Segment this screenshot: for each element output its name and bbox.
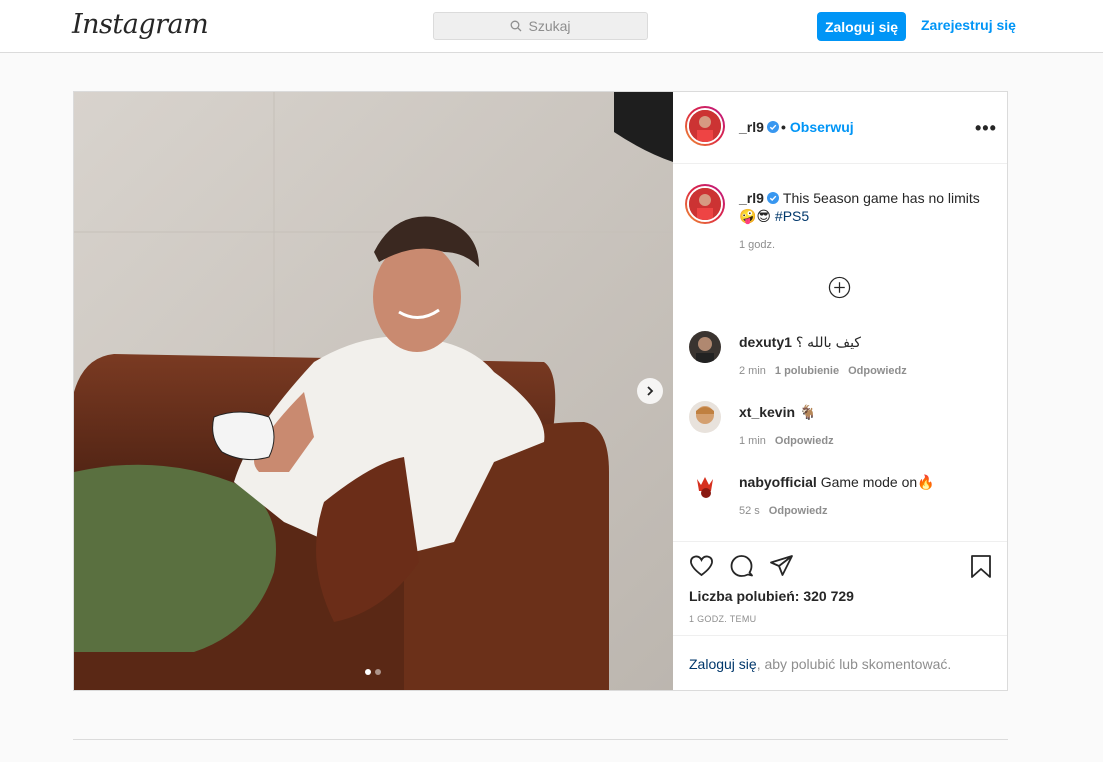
- follow-separator: •: [781, 119, 786, 135]
- bookmark-icon[interactable]: [970, 554, 992, 579]
- carousel-dot: [365, 669, 371, 675]
- post-actions: Liczba polubień: 320 729 1 GODZ. TEMU: [673, 541, 1007, 641]
- reply-button[interactable]: Odpowiedz: [769, 505, 828, 517]
- comment-time: 2 min: [739, 365, 766, 377]
- comment-username[interactable]: nabyofficial: [739, 474, 817, 490]
- reply-button[interactable]: Odpowiedz: [848, 365, 907, 377]
- search-placeholder: Szukaj: [528, 18, 571, 34]
- comment-body: 🐐: [798, 404, 817, 420]
- comment-text: dexuty1 كيف بالله ؟: [739, 334, 861, 351]
- login-button[interactable]: Zaloguj się: [817, 12, 906, 41]
- load-more-comments-icon[interactable]: [828, 276, 851, 299]
- caption-avatar[interactable]: [685, 184, 725, 224]
- caption-text: This 5eason game has no limits: [782, 190, 980, 206]
- comment-time: 1 min: [739, 435, 766, 447]
- more-options-icon[interactable]: •••: [975, 118, 997, 139]
- search-input[interactable]: Szukaj: [433, 12, 648, 40]
- follow-label[interactable]: Obserwuj: [790, 119, 854, 135]
- divider: [73, 739, 1008, 740]
- like-heart-icon[interactable]: [689, 554, 714, 578]
- comment-username[interactable]: dexuty1: [739, 334, 792, 350]
- post-timestamp[interactable]: 1 GODZ. TEMU: [689, 614, 756, 624]
- search-icon: [511, 20, 522, 32]
- reply-button[interactable]: Odpowiedz: [775, 435, 834, 447]
- avatar[interactable]: [689, 471, 721, 503]
- comment-bubble-icon[interactable]: [729, 554, 754, 578]
- comment-username[interactable]: xt_kevin: [739, 404, 795, 420]
- caption-time: 1 godz.: [739, 239, 776, 251]
- caption-username[interactable]: _rl9: [739, 190, 764, 206]
- comment-likes[interactable]: 1 polubienie: [775, 365, 839, 377]
- username-text[interactable]: _rl9: [739, 119, 764, 135]
- comment-meta: 52 s Odpowiedz: [739, 505, 836, 517]
- chevron-right-icon: [647, 386, 654, 396]
- likes-count[interactable]: Liczba polubień: 320 729: [689, 588, 854, 604]
- post-photo[interactable]: [74, 92, 673, 690]
- post-username[interactable]: _rl9: [739, 119, 779, 135]
- register-link[interactable]: Zarejestruj się: [921, 17, 1016, 33]
- avatar[interactable]: [689, 331, 721, 363]
- carousel-dot: [375, 669, 381, 675]
- comment-body: كيف بالله ؟: [795, 334, 861, 350]
- avatar[interactable]: [689, 401, 721, 433]
- caption-emojis: 🤪😎: [739, 208, 772, 224]
- post-header: _rl9 • Obserwuj •••: [673, 92, 1007, 164]
- comment-meta: 2 min 1 polubienie Odpowiedz: [739, 365, 916, 377]
- login-prompt: Zaloguj się, aby polubić lub skomentować…: [673, 635, 1007, 690]
- post-caption: _rl9 This 5eason game has no limits 🤪😎 #P…: [739, 189, 994, 225]
- follow-button[interactable]: • Obserwuj: [781, 119, 854, 135]
- top-navbar: Instagram Szukaj Zaloguj się Zarejestruj…: [0, 0, 1103, 53]
- hashtag-link[interactable]: #PS5: [775, 208, 809, 224]
- avatar[interactable]: [685, 106, 725, 146]
- carousel-indicator: [365, 669, 381, 675]
- comment-body: Game mode on🔥: [820, 474, 935, 490]
- login-prompt-text: , aby polubić lub skomentować.: [756, 656, 952, 672]
- comment-text: xt_kevin 🐐: [739, 404, 816, 421]
- post-sidebar: _rl9 • Obserwuj ••• _rl9 This 5eason game …: [673, 92, 1007, 690]
- comment-meta: 1 min Odpowiedz: [739, 435, 843, 447]
- instagram-logo[interactable]: Instagram: [72, 9, 209, 40]
- comment-text: nabyofficial Game mode on🔥: [739, 474, 935, 491]
- post-card: _rl9 • Obserwuj ••• _rl9 This 5eason game …: [73, 91, 1008, 691]
- share-plane-icon[interactable]: [769, 554, 794, 578]
- comment-time: 52 s: [739, 505, 760, 517]
- verified-badge-icon: [766, 192, 779, 204]
- login-prompt-link[interactable]: Zaloguj się: [689, 656, 757, 672]
- carousel-next-button[interactable]: [637, 378, 663, 404]
- verified-badge-icon: [766, 121, 779, 133]
